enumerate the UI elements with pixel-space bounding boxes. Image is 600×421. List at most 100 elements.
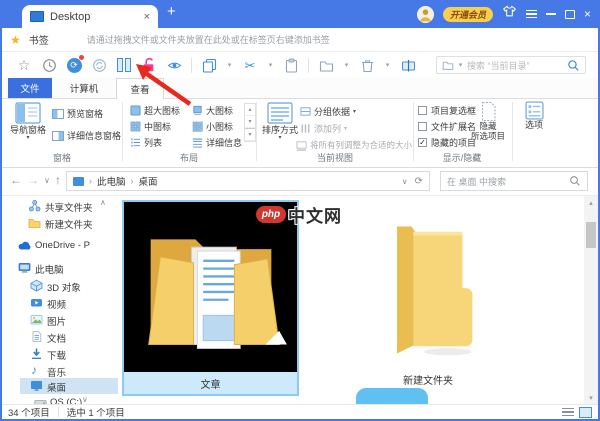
copy-icon[interactable] xyxy=(201,57,217,73)
scrollbar-up-icon[interactable]: ▴ xyxy=(584,196,598,209)
membership-button[interactable]: 开通会员 xyxy=(443,7,493,22)
breadcrumb-this-pc[interactable]: 此电脑 xyxy=(97,174,126,188)
nav-pane-label: 导航窗格 xyxy=(10,125,46,135)
sidebar-item-new-folder[interactable]: 新建文件夹 xyxy=(0,215,118,231)
sync-badge-icon[interactable]: ⟳ xyxy=(66,57,82,73)
refresh-icon[interactable]: ⟳ xyxy=(415,176,423,187)
location-desktop-icon xyxy=(73,177,84,186)
back-icon[interactable]: ← xyxy=(10,174,22,186)
checkbox-checked[interactable]: ✓ xyxy=(418,138,427,147)
rename-icon[interactable] xyxy=(400,57,416,73)
sidebar-item-documents[interactable]: 文档 xyxy=(0,329,118,345)
empty-folder-icon[interactable] xyxy=(368,210,486,370)
minimize-button[interactable] xyxy=(546,13,556,15)
forward-icon[interactable]: → xyxy=(27,174,39,186)
nav-pane-button[interactable]: 导航窗格 ▾ xyxy=(8,101,48,142)
new-folder-icon[interactable] xyxy=(318,57,334,73)
options-label: 选项 xyxy=(525,120,543,130)
file-tile-selected[interactable]: 文章 xyxy=(122,200,299,396)
scrollbar-thumb[interactable] xyxy=(586,222,596,248)
new-folder-caret-icon[interactable]: ▾ xyxy=(343,61,350,69)
search-scope-folder-icon xyxy=(442,59,454,71)
thumbnail-view-toggle-icon[interactable] xyxy=(579,407,592,418)
history-clock-icon[interactable] xyxy=(41,57,57,73)
circular-arrows-icon[interactable] xyxy=(91,57,107,73)
bookmark-hint: 请通过拖拽文件或文件夹放置在此处或在标签页右键添加书签 xyxy=(87,33,330,46)
file-name-label: 新建文件夹 xyxy=(368,372,488,387)
checkbox[interactable] xyxy=(418,122,427,131)
toolbar-search-box[interactable]: ▾ 搜索 “当前目录” xyxy=(436,56,586,74)
up-icon[interactable]: ↑ xyxy=(55,174,61,186)
cut-caret-icon[interactable]: ▾ xyxy=(267,61,274,69)
sidebar-item-music[interactable]: ♪ 音乐 xyxy=(0,363,118,379)
breadcrumb[interactable]: › 此电脑 › 桌面 ∨ ⟳ xyxy=(66,171,430,191)
hamburger-menu-icon[interactable] xyxy=(526,10,537,19)
search-icon[interactable] xyxy=(567,59,580,72)
sidebar-item-videos[interactable]: 视频 xyxy=(0,295,118,311)
layout-scroll-up-icon[interactable]: ▴ xyxy=(245,104,255,116)
scrollbar-down-icon[interactable]: ▾ xyxy=(584,391,598,404)
sidebar-item-3d-objects[interactable]: 3D 对象 xyxy=(0,278,118,294)
delete-trash-icon[interactable] xyxy=(359,57,375,73)
title-bar: Desktop × + 开通会员 × xyxy=(0,0,600,28)
history-caret-icon[interactable]: ∨ xyxy=(44,177,50,185)
group-label-show-hide: 显示/隐藏 xyxy=(414,151,510,164)
preview-pane-item[interactable]: 预览窗格 xyxy=(52,107,103,120)
document-icon xyxy=(30,330,43,343)
watermark-text: 中文网 xyxy=(288,202,342,227)
main-area: ∧ 共享文件夹 新建文件夹 OneDrive - P 此电脑 xyxy=(0,196,600,404)
desktop-tab-icon xyxy=(30,11,44,22)
layout-list-item[interactable]: 列表 xyxy=(130,136,162,149)
copy-caret-icon[interactable]: ▾ xyxy=(226,61,233,69)
layout-details-item[interactable]: 详细信息 xyxy=(192,136,242,149)
sort-by-button[interactable]: 排序方式 ▾ xyxy=(260,101,300,142)
vertical-scrollbar[interactable]: ▴ ▾ xyxy=(584,196,598,404)
picture-icon xyxy=(30,313,43,326)
sidebar-item-downloads[interactable]: 下载 xyxy=(0,346,118,362)
add-columns-item[interactable]: 添加列 ▾ xyxy=(300,122,347,135)
sidebar-item-pictures[interactable]: 图片 xyxy=(0,312,118,328)
sidebar-item-this-pc[interactable]: 此电脑 xyxy=(0,260,118,276)
hide-selected-button[interactable]: 隐藏 所选项目 xyxy=(468,101,508,142)
sort-by-icon xyxy=(267,101,293,125)
avatar[interactable] xyxy=(417,6,434,23)
maximize-button[interactable] xyxy=(565,10,575,19)
tab-close-icon[interactable]: × xyxy=(144,11,150,23)
layout-more-icon[interactable]: ▾ xyxy=(245,128,255,141)
ribbon-tab-file[interactable]: 文件 xyxy=(8,78,52,98)
cut-scissors-icon[interactable]: ✂ xyxy=(242,57,258,73)
list-view-icon xyxy=(130,137,141,148)
location-search-box[interactable]: 在 桌面 中搜索 xyxy=(440,171,588,191)
breadcrumb-desktop[interactable]: 桌面 xyxy=(139,174,158,188)
skin-icon[interactable] xyxy=(502,4,517,24)
group-by-item[interactable]: 分组依据 ▾ xyxy=(300,105,356,118)
search-icon[interactable] xyxy=(569,175,581,187)
tree-scroll-down-icon[interactable]: ∨ xyxy=(82,395,88,404)
sidebar-item-onedrive[interactable]: OneDrive - P xyxy=(0,238,118,254)
layout-scroll-down-icon[interactable]: ▾ xyxy=(245,116,255,128)
toolbar-separator xyxy=(308,58,309,73)
search-scope-caret-icon[interactable]: ▾ xyxy=(457,61,464,69)
details-pane-item[interactable]: 详细信息窗格 xyxy=(52,129,121,142)
bookmark-star-icon: ★ xyxy=(10,33,21,47)
group-label-current-view: 当前视图 xyxy=(260,151,410,164)
sidebar-item-desktop-selected[interactable]: 桌面 xyxy=(20,378,118,394)
ribbon-tab-computer[interactable]: 计算机 xyxy=(58,78,110,98)
delete-caret-icon[interactable]: ▾ xyxy=(384,61,391,69)
paste-clipboard-icon[interactable] xyxy=(283,57,299,73)
address-dropdown-icon[interactable]: ∨ xyxy=(402,177,408,186)
layout-scroll-buttons[interactable]: ▴ ▾ ▾ xyxy=(244,103,256,142)
checkbox[interactable] xyxy=(418,106,427,115)
details-pane-icon xyxy=(52,130,64,142)
details-view-toggle-icon[interactable] xyxy=(562,407,574,418)
new-tab-button[interactable]: + xyxy=(167,3,176,20)
options-button[interactable]: 选项 xyxy=(516,101,552,130)
close-window-button[interactable]: × xyxy=(584,8,591,20)
sidebar-item-shared-folder[interactable]: 共享文件夹 xyxy=(0,198,118,214)
layout-small-icons-item[interactable]: 小图标 xyxy=(192,120,233,133)
layout-medium-icons-item[interactable]: 中图标 xyxy=(130,120,171,133)
size-columns-item[interactable]: 将所有列调整为合适的大小 xyxy=(296,139,412,151)
favorite-star-icon[interactable]: ☆ xyxy=(16,57,32,73)
tab-desktop[interactable]: Desktop × xyxy=(22,5,158,28)
file-name-label: 文章 xyxy=(124,372,297,394)
